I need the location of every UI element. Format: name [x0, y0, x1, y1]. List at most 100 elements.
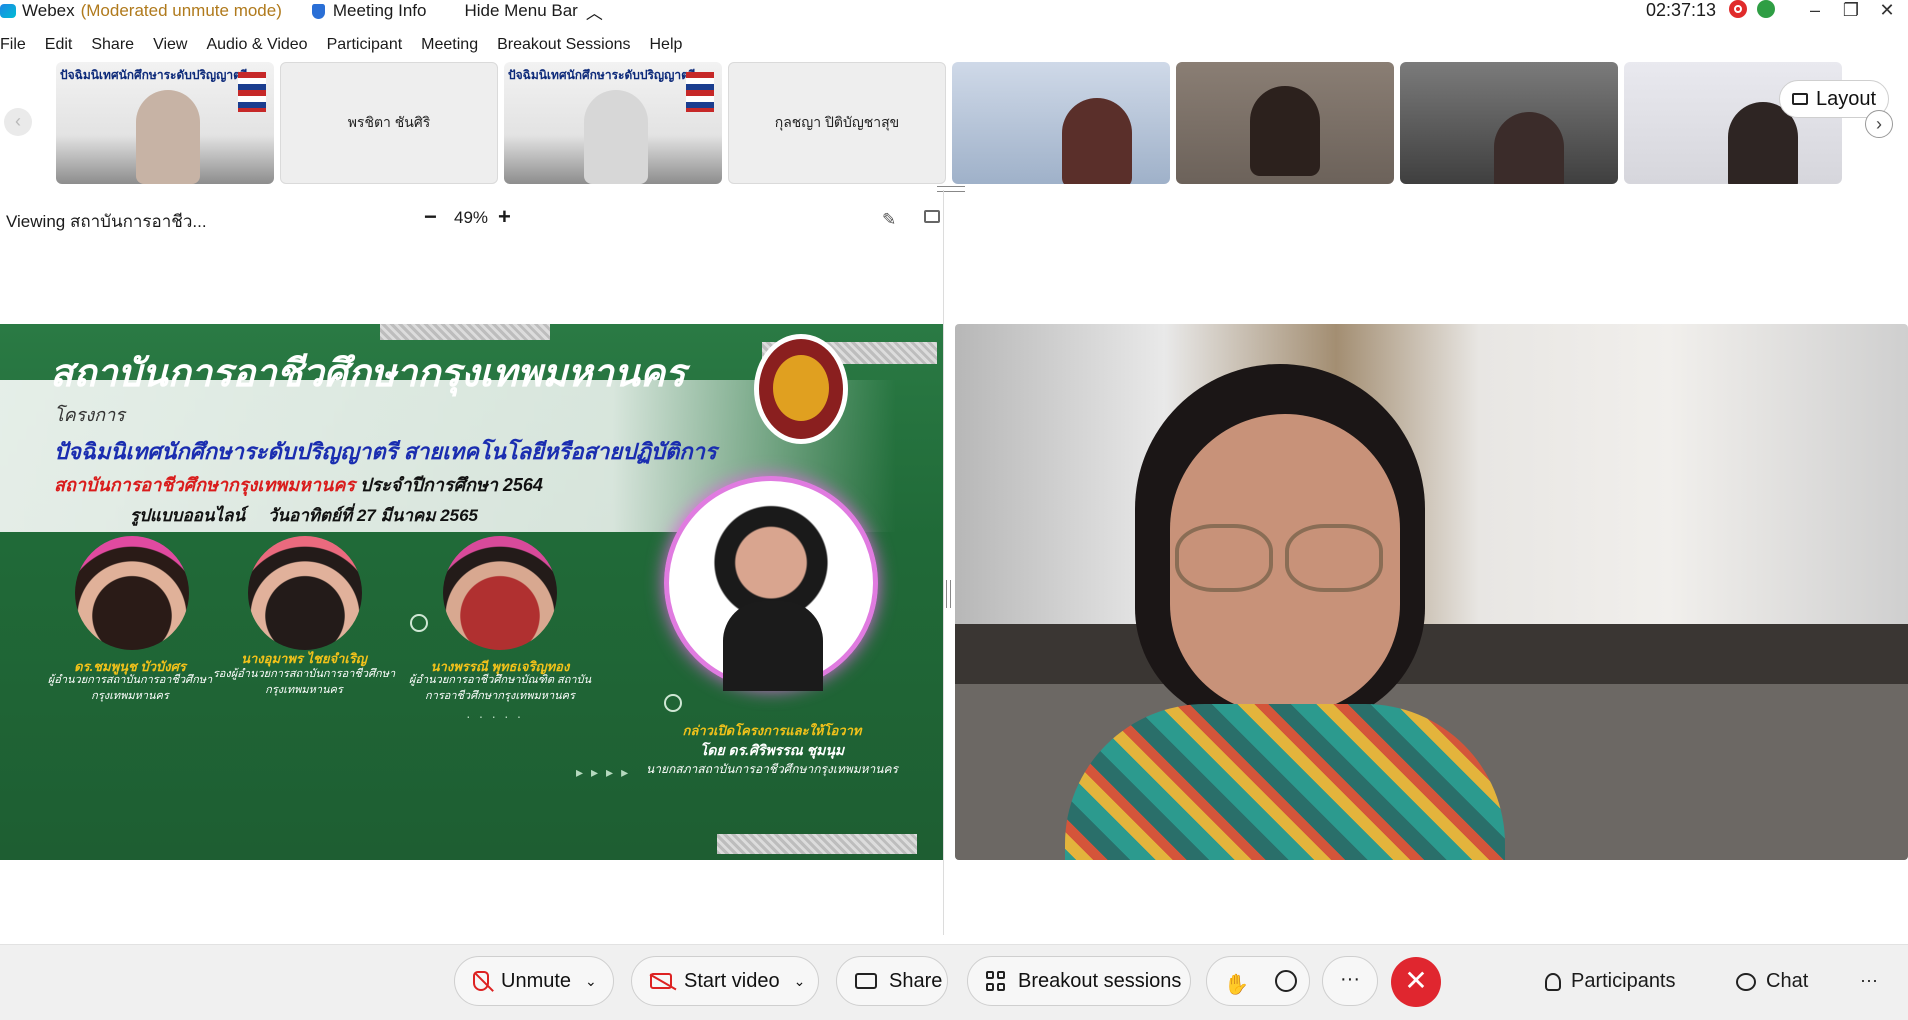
participants-button[interactable]: Participants	[1545, 970, 1676, 993]
reactions-icon[interactable]	[1275, 970, 1297, 992]
layout-icon	[1791, 93, 1808, 105]
slide-subtitle: สถาบันการอาชีวศึกษากรุงเทพมหานคร ประจำปี…	[54, 470, 543, 499]
start-video-label: Start video	[684, 969, 780, 992]
leave-meeting-button[interactable]: ✕	[1391, 957, 1441, 1007]
hide-menu-bar-button[interactable]: Hide Menu Bar ︿	[464, 0, 602, 24]
title-bar: Webex (Moderated unmute mode) Meeting In…	[0, 0, 1908, 24]
screen-icon[interactable]	[924, 210, 940, 223]
webex-logo-icon	[0, 4, 16, 18]
opening-label: กล่าวเปิดโครงการและให้โอวาท	[682, 723, 862, 738]
unmute-label: Unmute	[501, 969, 572, 992]
menu-breakout-sessions[interactable]: Breakout Sessions	[497, 36, 630, 58]
participant-name: พรชิตา ชันศิริ	[347, 114, 431, 130]
slide-subtitle-red: สถาบันการอาชีวศึกษากรุงเทพมหานคร	[54, 475, 356, 495]
active-speaker-video[interactable]	[955, 324, 1908, 860]
slide-title-line: ปัจฉิมนิเทศนักศึกษาระดับปริญญาตรี สายเทค…	[54, 439, 717, 464]
more-options-button[interactable]: ···	[1322, 956, 1378, 1006]
menu-share[interactable]: Share	[91, 36, 134, 58]
strip-resize-handle[interactable]	[937, 186, 965, 192]
viewing-label: Viewing สถาบันการอาชีว...	[6, 212, 207, 231]
annotate-icon[interactable]: ✎	[882, 210, 896, 230]
decor-circle	[664, 694, 682, 712]
menu-help[interactable]: Help	[650, 36, 683, 58]
microphone-muted-icon	[473, 971, 489, 991]
speaker-shirt	[1065, 704, 1505, 860]
menu-view[interactable]: View	[153, 36, 187, 58]
video-background	[955, 624, 1908, 684]
chevron-down-icon[interactable]: ⌄	[585, 973, 597, 990]
pane-resize-handle[interactable]	[946, 580, 951, 608]
participant-thumb[interactable]: ปัจฉิมนิเทศนักศึกษาระดับปริญญาตรี	[504, 62, 722, 184]
menu-audio-video[interactable]: Audio & Video	[206, 36, 307, 58]
slide-project-label: โครงการ	[54, 405, 125, 425]
unmute-button[interactable]: Unmute ⌄	[454, 956, 614, 1006]
zoom-out-button[interactable]: −	[424, 204, 437, 230]
flag-icon	[238, 72, 266, 112]
shared-content: สถาบันการอาชีวศึกษากรุงเทพมหานคร โครงการ…	[0, 324, 943, 860]
slide-header: สถาบันการอาชีวศึกษากรุงเทพมหานคร	[50, 353, 686, 395]
participant-thumb[interactable]	[1176, 62, 1394, 184]
zoom-in-button[interactable]: +	[498, 204, 511, 230]
participant-thumb[interactable]: กุลชญา ปิติบัญชาสุข	[728, 62, 946, 184]
participant-thumb[interactable]: ปัจฉิมนิเทศนักศึกษาระดับปริญญาตรี	[56, 62, 274, 184]
strip-prev-icon[interactable]: ‹	[4, 108, 32, 136]
recording-icon[interactable]	[1729, 0, 1747, 18]
menu-file[interactable]: File	[0, 36, 26, 58]
meeting-info-label: Meeting Info	[332, 1, 427, 20]
breakout-grid-icon	[986, 971, 1006, 991]
overflow-menu-icon[interactable]: ···	[1860, 970, 1878, 991]
speaker-role: ผู้อำนวยการอาชีวศึกษาบัณฑิต สถาบันการอาช…	[408, 674, 592, 702]
participant-video	[136, 90, 200, 184]
speaker-photo	[443, 536, 557, 650]
meeting-info-button[interactable]: Meeting Info	[311, 1, 427, 21]
slide-subtitle-black: ประจำปีการศึกษา 2564	[360, 475, 543, 495]
participant-video	[1062, 98, 1132, 184]
menu-edit[interactable]: Edit	[45, 36, 73, 58]
breakout-sessions-button[interactable]: Breakout sessions	[967, 956, 1191, 1006]
slide-format: รูปแบบออนไลน์	[130, 506, 246, 525]
participant-video	[584, 90, 648, 184]
speaker-role: รองผู้อำนวยการสถาบันการอาชีวศึกษา กรุงเท…	[212, 668, 396, 696]
shield-icon	[311, 3, 325, 19]
zoom-level: 49%	[454, 208, 489, 227]
restore-icon[interactable]: ❐	[1836, 0, 1866, 21]
share-icon	[855, 973, 877, 989]
layout-label: Layout	[1815, 87, 1877, 110]
participant-video	[1250, 86, 1320, 176]
pane-divider	[943, 190, 944, 935]
participant-name: กุลชญา ปิติบัญชาสุข	[774, 114, 900, 130]
chat-label: Chat	[1766, 970, 1809, 992]
share-button[interactable]: Share	[836, 956, 948, 1006]
minimize-icon[interactable]: –	[1800, 0, 1830, 21]
slide-date: วันอาทิตย์ที่ 27 มีนาคม 2565	[267, 506, 479, 525]
institute-seal-icon	[754, 334, 848, 444]
participant-thumb[interactable]	[952, 62, 1170, 184]
chevron-down-icon[interactable]: ⌄	[794, 973, 806, 990]
main-speaker-role: นายกสภาสถาบันการอาชีวศึกษากรุงเทพมหานคร	[646, 762, 898, 776]
chevron-up-icon: ︿	[585, 3, 603, 23]
chat-button[interactable]: Chat	[1736, 970, 1808, 993]
video-off-icon	[650, 973, 672, 989]
menu-participant[interactable]: Participant	[327, 36, 403, 58]
breakout-sessions-label: Breakout sessions	[1018, 969, 1182, 992]
participant-thumb[interactable]: พรชิตา ชันศิริ	[280, 62, 498, 184]
main-speaker-photo	[664, 476, 878, 691]
participants-label: Participants	[1571, 970, 1676, 992]
flag-icon	[686, 72, 714, 112]
decor-dots: ·····	[466, 708, 530, 724]
share-label: Share	[889, 969, 943, 992]
participant-thumb[interactable]	[1400, 62, 1618, 184]
app-name: Webex	[22, 1, 75, 20]
close-window-icon[interactable]: ✕	[1872, 0, 1902, 21]
strip-next-icon[interactable]: ›	[1865, 110, 1893, 138]
menu-meeting[interactable]: Meeting	[421, 36, 478, 58]
network-stats-icon[interactable]	[1757, 0, 1775, 18]
glasses-shape	[1175, 524, 1273, 592]
participant-video	[1494, 112, 1564, 184]
raise-hand-icon[interactable]: ✋	[1224, 972, 1249, 997]
start-video-button[interactable]: Start video ⌄	[631, 956, 819, 1006]
slide-format-date: รูปแบบออนไลน์ วันอาทิตย์ที่ 27 มีนาคม 25…	[130, 502, 478, 529]
redacted-area	[717, 834, 917, 854]
chat-icon	[1736, 972, 1756, 991]
thumb-slide-title: ปัจฉิมนิเทศนักศึกษาระดับปริญญาตรี	[60, 68, 248, 82]
